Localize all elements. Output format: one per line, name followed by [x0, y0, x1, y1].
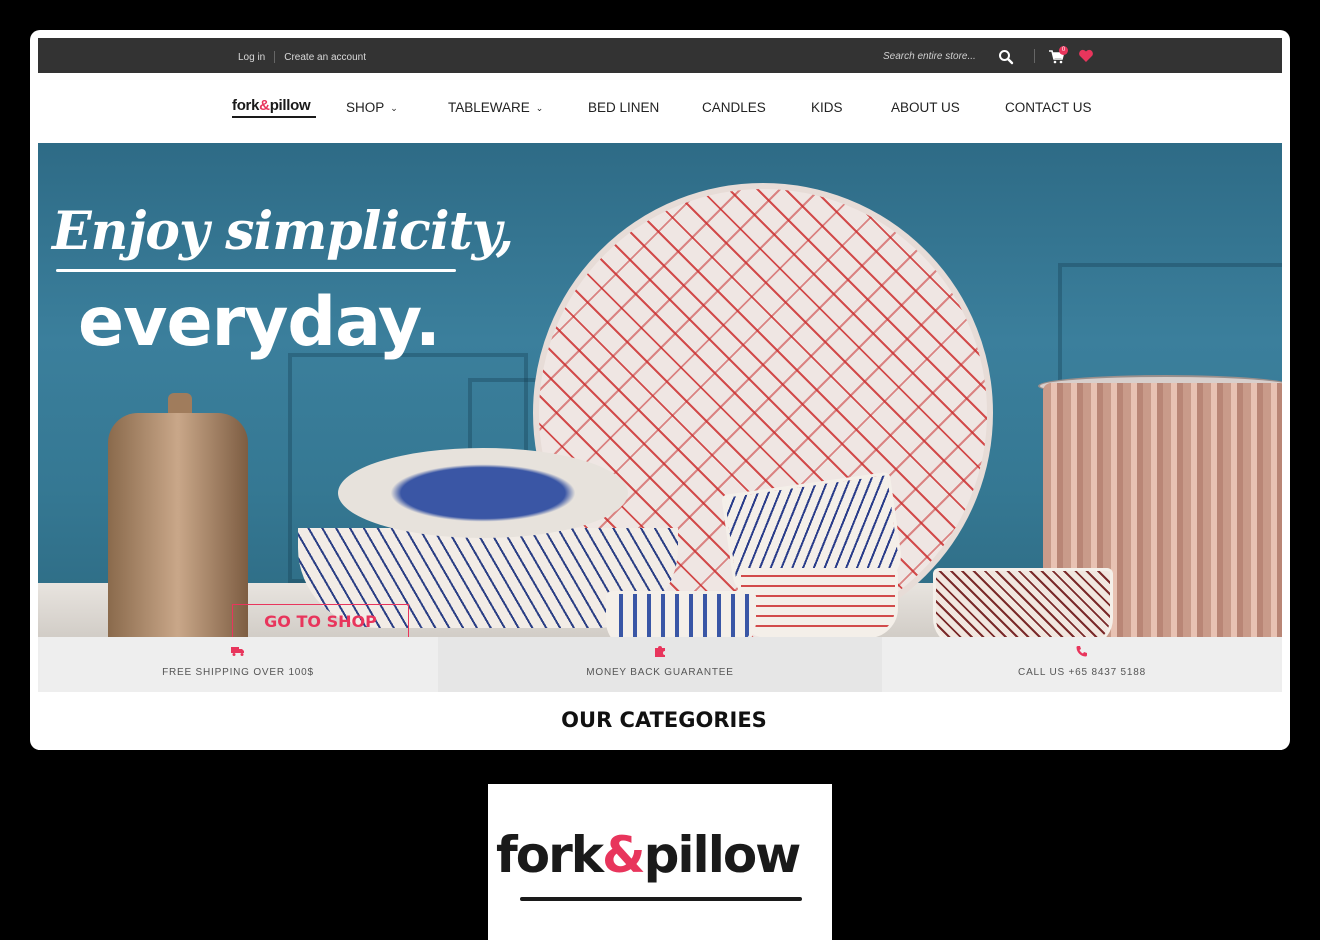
nav-contact-us[interactable]: CONTACT US	[1005, 100, 1092, 115]
cart-count-badge: 0	[1059, 46, 1068, 55]
logo-underline	[232, 116, 316, 118]
nav-kids[interactable]: KIDS	[811, 100, 843, 115]
create-account-link[interactable]: Create an account	[284, 52, 366, 63]
nav-candles[interactable]: CANDLES	[702, 100, 766, 115]
logo-text-pillow: pillow	[269, 97, 311, 114]
login-link[interactable]: Log in	[238, 52, 265, 63]
logo-text-fork: fork	[496, 826, 604, 884]
brand-logo: fork&pillow	[496, 826, 802, 884]
nav-bed-linen[interactable]: BED LINEN	[588, 100, 659, 115]
features-bar: FREE SHIPPING OVER 100$ MONEY BACK GUARA…	[38, 637, 1282, 692]
bowl-image	[338, 448, 628, 538]
chevron-down-icon: ⌄	[390, 103, 398, 113]
nav-shop-label: SHOP	[346, 100, 385, 115]
browser-frame: Log in Create an account Search entire s…	[30, 30, 1290, 750]
brand-logo-card: fork&pillow	[488, 784, 832, 940]
hero-main-headline: everyday.	[78, 283, 441, 362]
logo-text-fork: fork	[232, 97, 260, 114]
search-icon[interactable]	[998, 49, 1014, 65]
nav-shop[interactable]: SHOP ⌄	[346, 100, 398, 115]
nav-tableware[interactable]: TABLEWARE ⌄	[448, 100, 543, 115]
feature-shipping: FREE SHIPPING OVER 100$	[38, 637, 438, 692]
truck-icon	[231, 645, 245, 657]
main-header: fork&pillow SHOP ⌄ TABLEWARE ⌄ BED LINEN C…	[38, 73, 1282, 143]
account-links: Log in Create an account	[238, 51, 366, 63]
cup-image	[606, 591, 756, 637]
feature-guarantee-text: MONEY BACK GUARANTEE	[586, 667, 734, 678]
hero-underline	[56, 269, 456, 272]
puzzle-icon	[653, 645, 667, 657]
site-logo[interactable]: fork&pillow	[232, 97, 316, 118]
cup-image	[738, 568, 898, 637]
feature-guarantee: MONEY BACK GUARANTEE	[438, 637, 882, 692]
chevron-down-icon: ⌄	[535, 103, 544, 113]
go-to-shop-button[interactable]: GO TO SHOP	[232, 604, 409, 637]
nav-about-us[interactable]: ABOUT US	[891, 100, 960, 115]
logo-ampersand: &	[602, 826, 646, 884]
logo-text-pillow: pillow	[643, 826, 802, 884]
logo-underline	[520, 897, 802, 901]
hero-banner: Enjoy simplicity, everyday. GO TO SHOP	[38, 143, 1282, 637]
search-input[interactable]: Search entire store...	[883, 51, 976, 62]
logo-ampersand: &	[259, 97, 270, 114]
feature-call-text: CALL US +65 8437 5188	[1018, 667, 1146, 678]
divider	[1034, 49, 1035, 63]
categories-heading: OUR CATEGORIES	[561, 708, 767, 732]
website: Log in Create an account Search entire s…	[38, 38, 1282, 750]
divider	[274, 51, 276, 63]
coffee-pot-image	[108, 413, 248, 637]
phone-icon	[1075, 645, 1089, 657]
nav-tableware-label: TABLEWARE	[448, 100, 530, 115]
wishlist-heart-icon[interactable]	[1078, 49, 1094, 63]
top-bar: Log in Create an account Search entire s…	[38, 38, 1282, 73]
feature-shipping-text: FREE SHIPPING OVER 100$	[162, 667, 314, 678]
cup-image	[933, 568, 1113, 637]
hero-script-headline: Enjoy simplicity,	[52, 201, 514, 262]
feature-call: CALL US +65 8437 5188	[882, 637, 1282, 692]
